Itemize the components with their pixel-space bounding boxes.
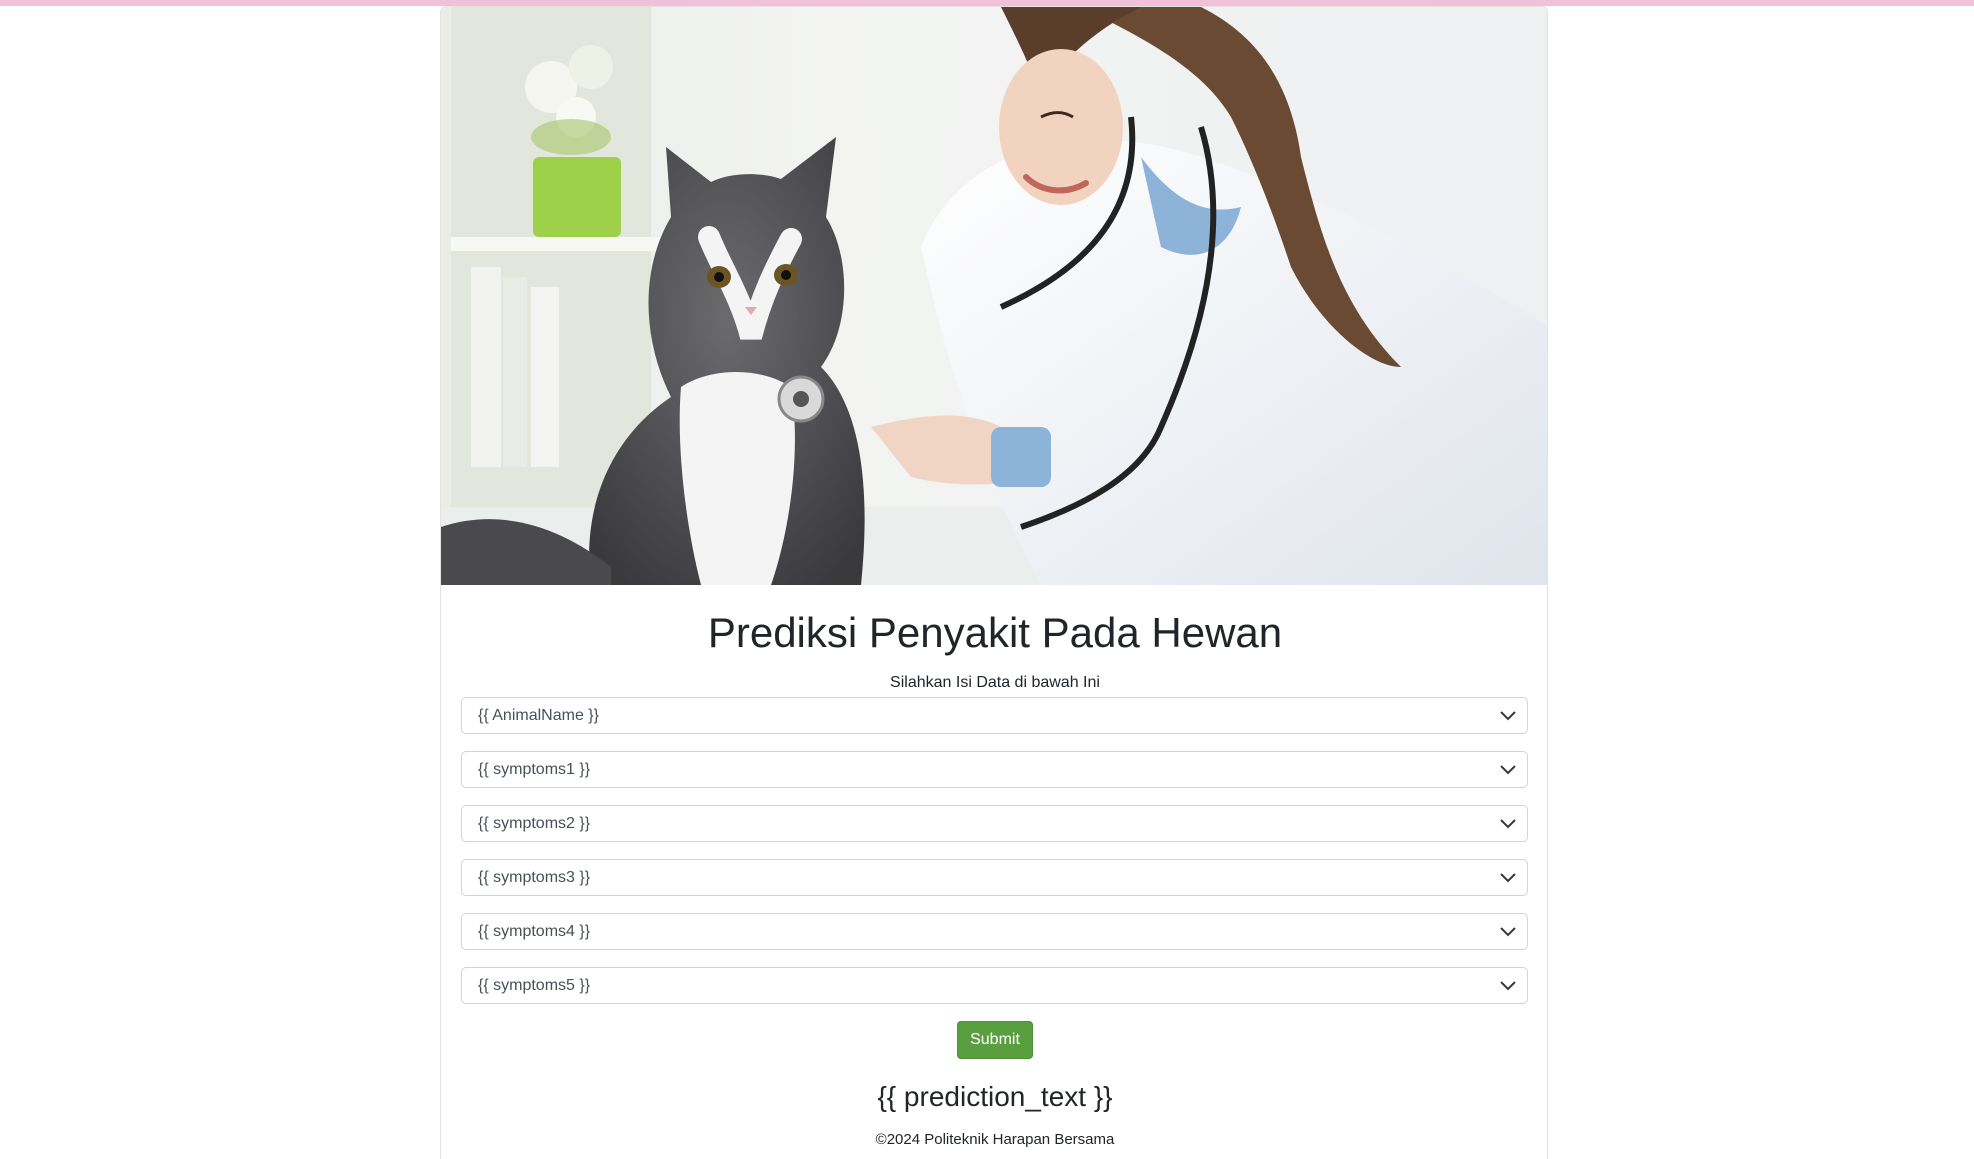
animal-name-select[interactable]: {{ AnimalName }} — [461, 697, 1528, 734]
page-subtitle: Silahkan Isi Data di bawah Ini — [890, 674, 1100, 691]
chevron-down-icon — [1500, 765, 1516, 775]
submit-button[interactable]: Submit — [957, 1021, 1033, 1059]
chevron-down-icon — [1500, 873, 1516, 883]
chevron-down-icon — [1500, 711, 1516, 721]
main-card: Prediksi Penyakit Pada Hewan Silahkan Is… — [440, 6, 1548, 1159]
select-value: {{ symptoms4 }} — [478, 923, 591, 940]
select-value: {{ symptoms2 }} — [478, 815, 591, 832]
chevron-down-icon — [1500, 981, 1516, 991]
footer-copyright: ©2024 Politeknik Harapan Bersama — [875, 1131, 1115, 1148]
select-value: {{ symptoms3 }} — [478, 869, 591, 886]
page-title: Prediksi Penyakit Pada Hewan — [707, 609, 1283, 656]
hero-image — [441, 7, 1547, 585]
chevron-down-icon — [1500, 927, 1516, 937]
symptoms4-select[interactable]: {{ symptoms4 }} — [461, 913, 1528, 950]
prediction-result: {{ prediction_text }} — [877, 1081, 1113, 1112]
chevron-down-icon — [1500, 819, 1516, 829]
select-value: {{ AnimalName }} — [478, 707, 599, 724]
symptoms3-select[interactable]: {{ symptoms3 }} — [461, 859, 1528, 896]
symptoms2-select[interactable]: {{ symptoms2 }} — [461, 805, 1528, 842]
select-value: {{ symptoms1 }} — [478, 761, 591, 778]
symptoms1-select[interactable]: {{ symptoms1 }} — [461, 751, 1528, 788]
symptoms5-select[interactable]: {{ symptoms5 }} — [461, 967, 1528, 1004]
select-value: {{ symptoms5 }} — [478, 977, 591, 994]
